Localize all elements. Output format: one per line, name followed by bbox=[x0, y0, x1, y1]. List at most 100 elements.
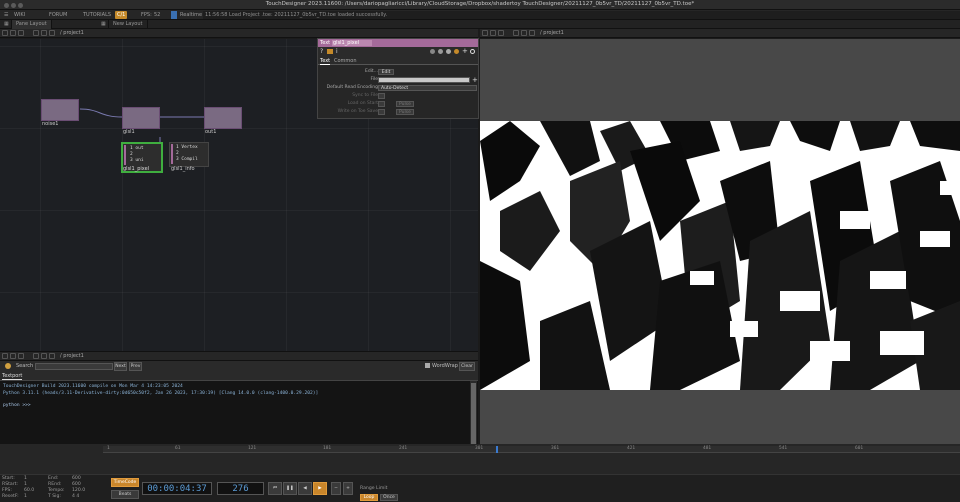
tab-new-layout[interactable]: New Layout bbox=[109, 20, 148, 29]
step-back-button[interactable]: ◀ bbox=[298, 482, 312, 495]
nav-up-icon[interactable] bbox=[529, 30, 535, 36]
parameter-window[interactable]: Text glsl1_pixel ? i + Text Common Edit.… bbox=[317, 38, 479, 119]
load-on-start-toggle[interactable] bbox=[378, 101, 385, 107]
wordwrap-checkbox[interactable] bbox=[425, 363, 430, 368]
tab-common[interactable]: Common bbox=[334, 58, 357, 64]
frame-display[interactable]: 276 bbox=[217, 482, 264, 495]
menu-icon[interactable]: ☰ bbox=[2, 11, 10, 19]
nav-back-icon[interactable] bbox=[33, 353, 39, 359]
playhead[interactable] bbox=[496, 446, 498, 453]
cook-icon[interactable] bbox=[454, 49, 459, 54]
step-plus-button[interactable]: + bbox=[343, 482, 353, 495]
file-browse-icon[interactable]: + bbox=[472, 76, 478, 84]
compare-icon[interactable] bbox=[430, 49, 435, 54]
timecode-toggle[interactable]: TimeCode bbox=[111, 478, 139, 487]
tab-textport[interactable]: Textport bbox=[2, 373, 23, 380]
nav-back-icon[interactable] bbox=[33, 30, 39, 36]
pause-button[interactable]: ❚❚ bbox=[283, 482, 297, 495]
noise1-thumbnail bbox=[41, 99, 79, 121]
console-line: TouchDesigner Build 2023.11600 compile o… bbox=[3, 384, 183, 389]
help-icon[interactable]: ? bbox=[320, 48, 323, 55]
param-sync: Sync to File bbox=[318, 93, 478, 100]
tutorials-link[interactable]: TUTORIALS bbox=[81, 11, 113, 19]
tick-label: 541 bbox=[779, 446, 788, 451]
once-toggle[interactable]: Once bbox=[380, 494, 398, 501]
realtime-toggle-icon[interactable] bbox=[171, 11, 177, 19]
encoding-select[interactable]: Auto-Detect bbox=[378, 85, 477, 91]
pane-type-icon[interactable] bbox=[498, 30, 504, 36]
write-pulse-button[interactable]: Pulse bbox=[396, 109, 414, 115]
viewer-pane[interactable] bbox=[480, 39, 960, 444]
stat-rstart-value: 1 bbox=[24, 482, 27, 487]
timeline-ruler[interactable]: 1 61 121 181 241 301 361 421 481 541 601 bbox=[103, 446, 960, 453]
viewer-path[interactable]: / project1 bbox=[540, 29, 564, 38]
forum-link[interactable]: FORUM bbox=[47, 11, 69, 19]
pane-type-icon[interactable] bbox=[18, 353, 24, 359]
textport-path[interactable]: / project1 bbox=[60, 352, 84, 361]
tab-text[interactable]: Text bbox=[320, 58, 331, 65]
stat-tempo-value: 120.0 bbox=[72, 488, 86, 493]
menu-bar: ☰ WIKI FORUM TUTORIALS C/1 FPS: 52 Realt… bbox=[0, 10, 960, 20]
pane-split-icon[interactable] bbox=[10, 30, 16, 36]
realtime-label[interactable]: Realtime bbox=[178, 11, 204, 19]
play-button[interactable]: ▶ bbox=[313, 482, 327, 495]
pane-split-icon[interactable] bbox=[10, 353, 16, 359]
nav-forward-icon[interactable] bbox=[521, 30, 527, 36]
pane-close-icon[interactable] bbox=[2, 30, 8, 36]
stat-resetf-label: ResetF: bbox=[2, 494, 19, 499]
node-noise1[interactable]: noise1 bbox=[41, 99, 79, 127]
next-button[interactable]: Next bbox=[114, 362, 127, 371]
dat-strip bbox=[171, 144, 173, 164]
nav-up-icon[interactable] bbox=[49, 353, 55, 359]
timecode-display[interactable]: 00:00:04:37 bbox=[142, 482, 212, 495]
node-out1[interactable]: out1 bbox=[204, 107, 242, 135]
stat-resetf-value: 1 bbox=[24, 494, 27, 499]
node-label: glsl1_pixel bbox=[123, 166, 150, 172]
sync-toggle[interactable] bbox=[378, 93, 385, 99]
loop-toggle[interactable]: Loop bbox=[360, 494, 378, 501]
param-toolbar: ? i + bbox=[318, 47, 478, 57]
layout-icon[interactable]: ▦ bbox=[0, 20, 12, 29]
info-icon[interactable]: i bbox=[336, 48, 338, 55]
pane-close-icon[interactable] bbox=[482, 30, 488, 36]
add-icon[interactable]: + bbox=[462, 47, 468, 55]
settings-icon[interactable] bbox=[470, 49, 475, 54]
param-file: File + bbox=[370, 76, 478, 84]
render-output bbox=[480, 121, 960, 390]
nav-up-icon[interactable] bbox=[49, 30, 55, 36]
pane-split-icon[interactable] bbox=[490, 30, 496, 36]
edit-icon[interactable] bbox=[327, 49, 333, 54]
dat-preview: 1 out 2 3 uni bbox=[130, 146, 144, 163]
nav-back-icon[interactable] bbox=[513, 30, 519, 36]
beats-toggle[interactable]: Beats bbox=[111, 490, 139, 499]
tab-pane-layout[interactable]: Pane Layout bbox=[12, 20, 52, 29]
pane-type-icon[interactable] bbox=[18, 30, 24, 36]
city-render bbox=[480, 121, 960, 390]
step-minus-button[interactable]: − bbox=[331, 482, 341, 495]
comment-icon[interactable] bbox=[438, 49, 443, 54]
write-on-save-toggle[interactable] bbox=[378, 109, 385, 115]
edit-button[interactable]: Edit bbox=[378, 69, 394, 75]
node-glsl1[interactable]: glsl1 bbox=[122, 107, 160, 135]
prev-button[interactable]: Prev bbox=[129, 362, 142, 371]
node-label: glsl1_info bbox=[171, 166, 195, 172]
search-input[interactable] bbox=[35, 363, 113, 370]
storage-icon[interactable] bbox=[446, 49, 451, 54]
network-path[interactable]: / project1 bbox=[60, 29, 84, 38]
node-glsl1-info[interactable]: 1 Vertex 2 3 Compil glsl1_info bbox=[169, 142, 209, 173]
perform-mode-badge[interactable]: C/1 bbox=[115, 11, 128, 19]
nav-forward-icon[interactable] bbox=[41, 30, 47, 36]
file-field[interactable] bbox=[378, 77, 470, 83]
search-label: Search bbox=[16, 363, 34, 369]
stat-tempo-label: Tempo: bbox=[48, 488, 65, 493]
load-pulse-button[interactable]: Pulse bbox=[396, 101, 414, 107]
op-name-field[interactable]: glsl1_pixel bbox=[332, 40, 372, 46]
split-icon[interactable]: ▦ bbox=[97, 20, 109, 29]
nav-forward-icon[interactable] bbox=[41, 353, 47, 359]
clear-button[interactable]: Clear bbox=[459, 362, 475, 371]
pane-close-icon[interactable] bbox=[2, 353, 8, 359]
pane-tabs: ▦ Pane Layout ▦ New Layout bbox=[0, 20, 960, 29]
node-glsl1-pixel[interactable]: 1 out 2 3 uni glsl1_pixel bbox=[121, 142, 163, 173]
rewind-button[interactable]: ⏮ bbox=[268, 482, 282, 495]
wiki-link[interactable]: WIKI bbox=[12, 11, 27, 19]
